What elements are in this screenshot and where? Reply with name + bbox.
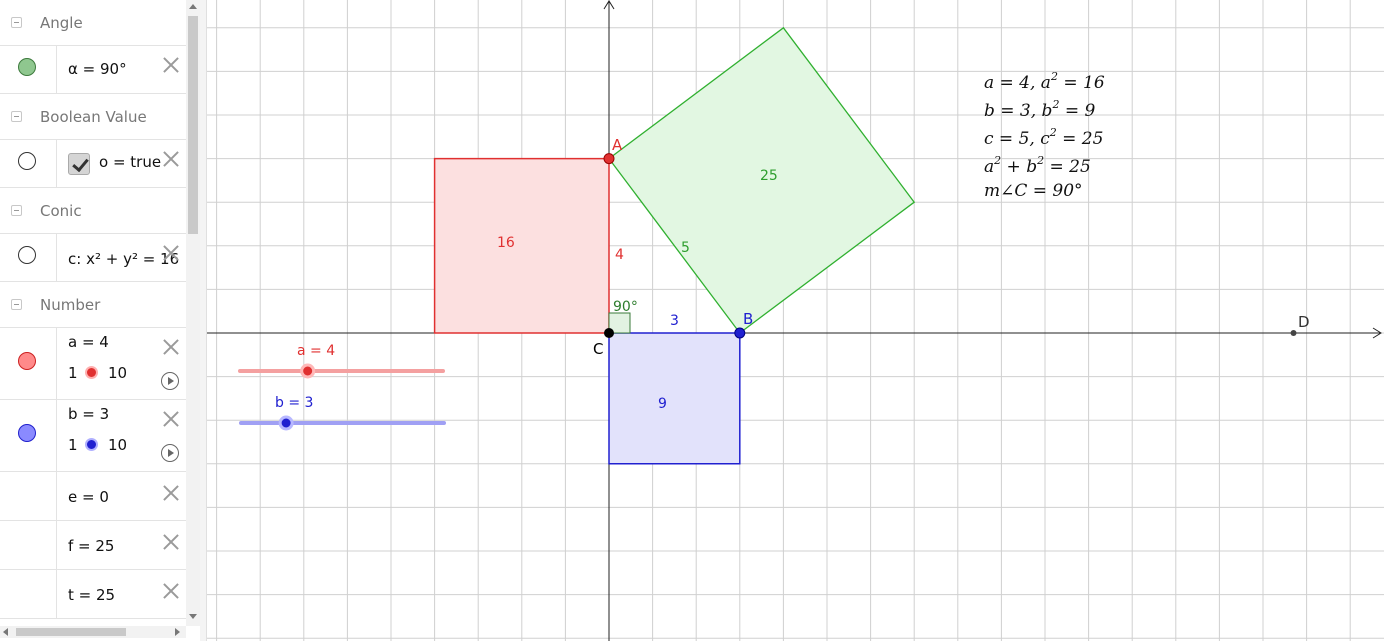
algebra-item-alpha[interactable]: α = 90° — [0, 46, 186, 94]
side-label-a: 4 — [615, 247, 624, 263]
delete-icon[interactable] — [162, 484, 180, 502]
delete-icon[interactable] — [162, 56, 180, 74]
slider-a-handle[interactable] — [300, 363, 316, 379]
point-d[interactable] — [1290, 330, 1297, 336]
annotation-line-4: a2 + b2 = 25 — [984, 154, 1091, 177]
square-a[interactable] — [433, 157, 610, 334]
side-label-b: 3 — [670, 313, 679, 329]
slider-min-label: 1 — [68, 436, 78, 454]
point-c[interactable] — [604, 328, 614, 338]
point-label-a: A — [612, 136, 623, 154]
collapse-icon[interactable] — [11, 299, 22, 310]
annotation-line-1: a = 4, a2 = 16 — [984, 70, 1105, 93]
view-divider[interactable] — [200, 0, 207, 641]
category-boolean[interactable]: Boolean Value — [0, 94, 186, 140]
graphics-canvas[interactable]: 90° 16 4 9 3 25 5 A B C D a = 4 b = 3 a … — [207, 0, 1384, 641]
category-label: Boolean Value — [40, 108, 147, 126]
point-label-d: D — [1298, 313, 1310, 331]
algebra-expression[interactable]: t = 25 — [68, 586, 115, 604]
checkbox-checked-icon[interactable] — [68, 153, 90, 175]
visibility-toggle-icon[interactable] — [18, 152, 36, 170]
area-label-b: 9 — [658, 396, 667, 412]
category-label: Angle — [40, 14, 83, 32]
algebra-expression[interactable]: e = 0 — [68, 488, 109, 506]
scroll-up-icon[interactable] — [189, 4, 197, 9]
algebra-expression[interactable]: b = 3 — [68, 405, 109, 423]
annotation-line-3: c = 5, c2 = 25 — [984, 126, 1103, 149]
algebra-horizontal-scrollbar[interactable] — [0, 626, 186, 638]
point-b[interactable] — [734, 327, 746, 339]
delete-icon[interactable] — [162, 410, 180, 428]
delete-icon[interactable] — [162, 582, 180, 600]
delete-icon[interactable] — [162, 533, 180, 551]
graphics-view[interactable]: 90° 16 4 9 3 25 5 A B C D a = 4 b = 3 a … — [207, 0, 1384, 641]
point-label-b: B — [743, 310, 753, 328]
visibility-toggle-icon[interactable] — [18, 352, 36, 370]
play-icon[interactable] — [161, 444, 179, 462]
collapse-icon[interactable] — [11, 205, 22, 216]
slider-b-handle[interactable] — [278, 415, 294, 431]
slider-handle-icon[interactable] — [85, 366, 98, 379]
slider-max-label: 10 — [108, 436, 128, 454]
area-label-a: 16 — [497, 235, 515, 251]
algebra-item-b[interactable]: b = 3 1 10 — [0, 400, 186, 472]
annotation-text-block[interactable]: a = 4, a2 = 16 b = 3, b2 = 9 c = 5, c2 =… — [984, 70, 1105, 201]
scroll-down-icon[interactable] — [189, 614, 197, 619]
delete-icon[interactable] — [162, 150, 180, 168]
slider-max-label: 10 — [108, 364, 128, 382]
algebra-expression[interactable]: f = 25 — [68, 537, 114, 555]
slider-handle-icon[interactable] — [85, 438, 98, 451]
slider-a-label: a = 4 — [297, 343, 335, 359]
slider-min-label: 1 — [68, 364, 78, 382]
scrollbar-thumb[interactable] — [188, 16, 198, 234]
algebra-vertical-scrollbar[interactable] — [186, 0, 200, 626]
category-angle[interactable]: Angle — [0, 0, 186, 46]
annotation-line-2: b = 3, b2 = 9 — [984, 98, 1096, 121]
point-a[interactable] — [603, 153, 615, 165]
scrollbar-thumb[interactable] — [16, 628, 126, 636]
algebra-item-f[interactable]: f = 25 — [0, 521, 186, 570]
square-b[interactable] — [608, 332, 741, 465]
scroll-right-icon[interactable] — [175, 628, 180, 636]
delete-icon[interactable] — [162, 338, 180, 356]
visibility-toggle-icon[interactable] — [18, 424, 36, 442]
algebra-item-a[interactable]: a = 4 1 10 — [0, 328, 186, 400]
algebra-item-c[interactable]: c: x² + y² = 16 — [0, 234, 186, 282]
angle-label: 90° — [613, 299, 638, 315]
category-number[interactable]: Number — [0, 282, 186, 328]
algebra-expression[interactable]: o = true — [99, 153, 161, 171]
visibility-toggle-icon[interactable] — [18, 58, 36, 76]
algebra-view: Angle α = 90° Boolean Value o = true Con… — [0, 0, 186, 626]
algebra-item-e[interactable]: e = 0 — [0, 472, 186, 521]
scroll-left-icon[interactable] — [3, 628, 8, 636]
visibility-toggle-icon[interactable] — [18, 246, 36, 264]
collapse-icon[interactable] — [11, 17, 22, 28]
play-icon[interactable] — [161, 372, 179, 390]
collapse-icon[interactable] — [11, 111, 22, 122]
delete-icon[interactable] — [162, 244, 180, 262]
category-label: Number — [40, 296, 101, 314]
category-label: Conic — [40, 202, 82, 220]
side-label-c: 5 — [681, 240, 690, 256]
category-conic[interactable]: Conic — [0, 188, 186, 234]
algebra-item-o[interactable]: o = true — [0, 140, 186, 188]
algebra-expression[interactable]: α = 90° — [68, 60, 127, 78]
algebra-expression[interactable]: a = 4 — [68, 333, 109, 351]
area-label-c: 25 — [760, 168, 778, 184]
point-label-c: C — [593, 340, 603, 358]
slider-b-label: b = 3 — [275, 395, 313, 411]
annotation-line-5: m∠C = 90° — [984, 181, 1083, 201]
algebra-item-t[interactable]: t = 25 — [0, 570, 186, 619]
